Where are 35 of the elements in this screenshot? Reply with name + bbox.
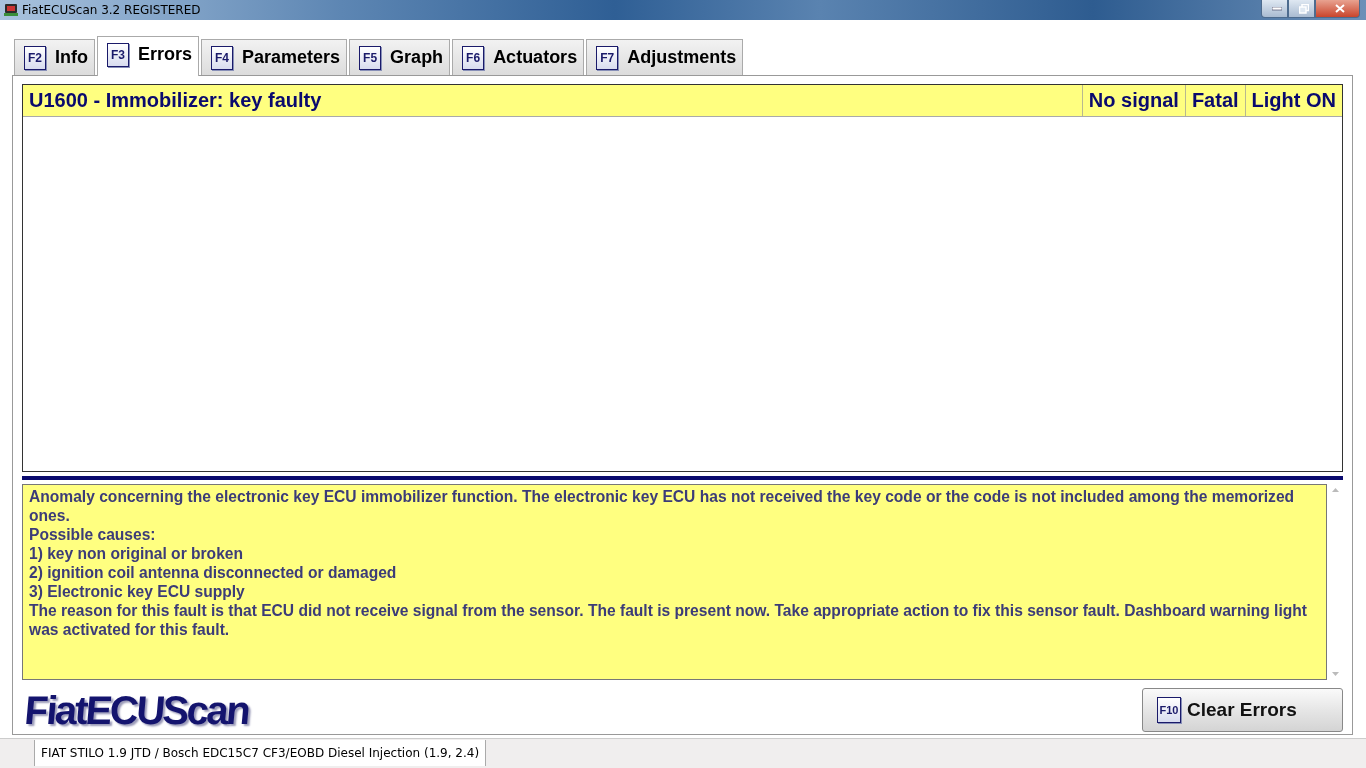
logo: FiatECUScan bbox=[21, 688, 250, 732]
tab[interactable]: F7 Adjustments bbox=[586, 39, 744, 75]
error-status: No signal bbox=[1081, 85, 1185, 116]
status-text: FIAT STILO 1.9 JTD / Bosch EDC15C7 CF3/EOBD Diesel Injection (1.9, 2.4) bbox=[34, 740, 487, 766]
key-badge: F6 bbox=[462, 45, 485, 70]
details-text: Possible causes: bbox=[29, 525, 157, 544]
details-text: Anomaly concerning the electronic key ECU immobilizer function. The electronic key ECU has not received the key code or the code is not included among the memorized ones. bbox=[29, 487, 1296, 525]
details-text: 1) key non original or broken bbox=[29, 544, 245, 563]
clear-errors-button[interactable]: F10 Clear Errors bbox=[1142, 688, 1343, 732]
tab[interactable]: F4 Parameters bbox=[201, 39, 348, 75]
close-icon bbox=[1334, 4, 1345, 13]
error-severity: Fatal bbox=[1184, 85, 1245, 116]
restore-icon bbox=[1298, 3, 1309, 14]
tab[interactable]: F6 Actuators bbox=[452, 39, 585, 75]
error-row[interactable]: U1600 - Immobilizer: key faulty No signal Fatal Light ON bbox=[23, 85, 1342, 117]
tab[interactable]: F2 Info bbox=[14, 39, 95, 75]
app-icon bbox=[4, 3, 18, 17]
window-title: FiatECUScan 3.2 REGISTERED bbox=[22, 3, 201, 17]
minimize-icon bbox=[1271, 6, 1282, 11]
key-badge: F3 bbox=[107, 42, 129, 67]
minimize-button[interactable] bbox=[1261, 0, 1288, 18]
details-text: The reason for this fault is that ECU did not receive signal from the sensor. The fault is present now. Take appropriate action to fix this sensor fault. Dashboard warning light was activated for this fault. bbox=[29, 601, 1309, 639]
key-badge: F4 bbox=[211, 45, 234, 70]
restore-button[interactable] bbox=[1288, 0, 1315, 18]
key-badge: F5 bbox=[359, 45, 382, 70]
key-badge: F7 bbox=[596, 45, 619, 70]
close-button[interactable] bbox=[1315, 0, 1360, 18]
details-text: 3) Electronic key ECU supply bbox=[29, 582, 246, 601]
key-badge: F10 bbox=[1157, 697, 1181, 723]
details-text: 2) ignition coil antenna disconnected or damaged bbox=[29, 563, 398, 582]
key-badge: F2 bbox=[24, 45, 46, 70]
tab[interactable]: F3 Errors bbox=[97, 36, 200, 76]
tab[interactable]: F5 Graph bbox=[349, 39, 451, 75]
error-description: U1600 - Immobilizer: key faulty bbox=[28, 88, 323, 113]
lamp-status: Light ON bbox=[1244, 85, 1342, 116]
